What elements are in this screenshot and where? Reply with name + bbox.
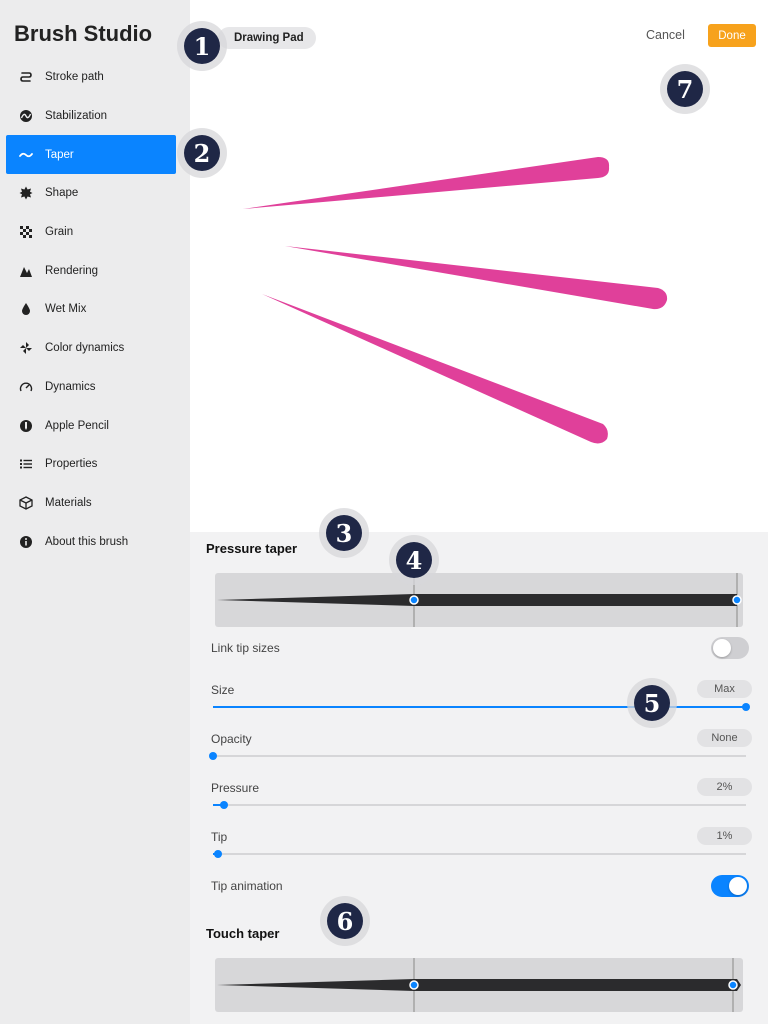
info-icon	[19, 535, 33, 549]
pressure-slider-thumb[interactable]	[219, 801, 228, 809]
callout-number: 5	[634, 685, 670, 721]
apple-pencil-icon	[19, 419, 33, 433]
sidebar-item-label: Taper	[45, 148, 74, 161]
size-label: Size	[211, 683, 235, 697]
callout-number: 7	[667, 71, 703, 107]
sidebar-item-label: Dynamics	[45, 380, 96, 393]
pressure-label: Pressure	[211, 781, 260, 795]
sidebar-item-label: About this brush	[45, 535, 129, 548]
link-tip-sizes-label: Link tip sizes	[211, 641, 280, 655]
materials-icon	[19, 496, 33, 510]
touch-taper-end-handle	[728, 980, 738, 990]
callout-marker-6: 6	[320, 896, 370, 946]
preview-stroke	[262, 294, 608, 444]
pressure-value: 2%	[697, 778, 752, 796]
stroke-path-icon	[19, 70, 33, 84]
opacity-slider[interactable]	[209, 752, 746, 760]
sidebar-item-shape[interactable]: Shape	[6, 174, 176, 213]
sidebar: Brush Studio Stroke path Stabilization T…	[0, 0, 190, 1024]
taper-settings-panel: Pressure taper Link tip sizes Size Max O…	[190, 532, 768, 1024]
callout-marker-3: 3	[319, 508, 369, 558]
tip-slider-thumb[interactable]	[214, 850, 223, 858]
sidebar-item-label: Stabilization	[45, 110, 108, 123]
sidebar-item-label: Rendering	[45, 264, 99, 277]
link-tip-sizes-toggle[interactable]	[711, 637, 749, 659]
sidebar-item-label: Stroke path	[45, 71, 104, 84]
toggle-knob	[713, 639, 731, 657]
color-dynamics-icon	[19, 341, 33, 355]
callout-marker-2: 2	[177, 128, 227, 178]
sidebar-nav: Stroke path Stabilization Taper Shape Gr…	[6, 58, 176, 561]
tip-value: 1%	[697, 827, 752, 845]
sidebar-item-label: Apple Pencil	[45, 419, 109, 432]
sidebar-item-dynamics[interactable]: Dynamics	[6, 368, 176, 407]
preview-stroke	[285, 246, 668, 310]
size-value: Max	[697, 680, 752, 698]
tip-animation-toggle[interactable]	[711, 875, 749, 897]
opacity-slider-thumb[interactable]	[209, 752, 217, 760]
sidebar-item-label: Grain	[45, 226, 74, 239]
pressure-slider[interactable]	[213, 801, 746, 809]
sidebar-item-about-this-brush[interactable]: About this brush	[6, 522, 176, 561]
rendering-icon	[19, 264, 33, 278]
sidebar-item-apple-pencil[interactable]: Apple Pencil	[6, 406, 176, 445]
pressure-taper-end-handle	[732, 595, 742, 605]
callout-marker-5: 5	[627, 678, 677, 728]
sidebar-item-label: Shape	[45, 187, 79, 200]
wet-mix-icon	[19, 302, 33, 316]
sidebar-item-label: Materials	[45, 496, 92, 509]
touch-taper-graph[interactable]	[215, 958, 743, 1012]
stabilization-icon	[19, 109, 33, 123]
sidebar-item-grain[interactable]: Grain	[6, 213, 176, 252]
callout-number: 1	[184, 28, 220, 64]
sidebar-item-label: Wet Mix	[45, 303, 87, 316]
sidebar-item-color-dynamics[interactable]: Color dynamics	[6, 329, 176, 368]
properties-icon	[19, 457, 33, 471]
callout-marker-7: 7	[660, 64, 710, 114]
sidebar-item-rendering[interactable]: Rendering	[6, 251, 176, 290]
sidebar-item-stabilization[interactable]: Stabilization	[6, 97, 176, 136]
tip-animation-label: Tip animation	[211, 879, 283, 893]
callout-number: 2	[184, 135, 220, 171]
tip-slider[interactable]	[213, 850, 746, 858]
pressure-taper-graph[interactable]	[215, 573, 743, 627]
pressure-taper-title: Pressure taper	[206, 541, 298, 556]
sidebar-item-wet-mix[interactable]: Wet Mix	[6, 290, 176, 329]
sidebar-item-stroke-path[interactable]: Stroke path	[6, 58, 176, 97]
pressure-taper-start-handle	[409, 595, 419, 605]
callout-number: 3	[326, 515, 362, 551]
grain-icon	[19, 225, 33, 239]
shape-icon	[19, 186, 33, 200]
toggle-knob	[729, 877, 747, 895]
dynamics-icon	[19, 380, 33, 394]
callout-marker-1: 1	[177, 21, 227, 71]
app-title: Brush Studio	[14, 21, 153, 46]
opacity-value: None	[697, 729, 752, 747]
callout-marker-4: 4	[389, 535, 439, 585]
taper-icon	[19, 148, 33, 162]
size-slider-thumb[interactable]	[742, 703, 750, 711]
sidebar-item-taper[interactable]: Taper	[6, 135, 176, 175]
callout-number: 4	[396, 542, 432, 578]
touch-taper-start-handle	[409, 980, 419, 990]
preview-stroke	[243, 157, 610, 209]
tip-label: Tip	[211, 830, 228, 844]
sidebar-item-label: Properties	[45, 458, 98, 471]
sidebar-item-properties[interactable]: Properties	[6, 445, 176, 484]
touch-taper-title: Touch taper	[206, 926, 280, 941]
callout-number: 6	[327, 903, 363, 939]
sidebar-item-materials[interactable]: Materials	[6, 484, 176, 523]
opacity-label: Opacity	[211, 732, 252, 746]
sidebar-item-label: Color dynamics	[45, 342, 125, 355]
